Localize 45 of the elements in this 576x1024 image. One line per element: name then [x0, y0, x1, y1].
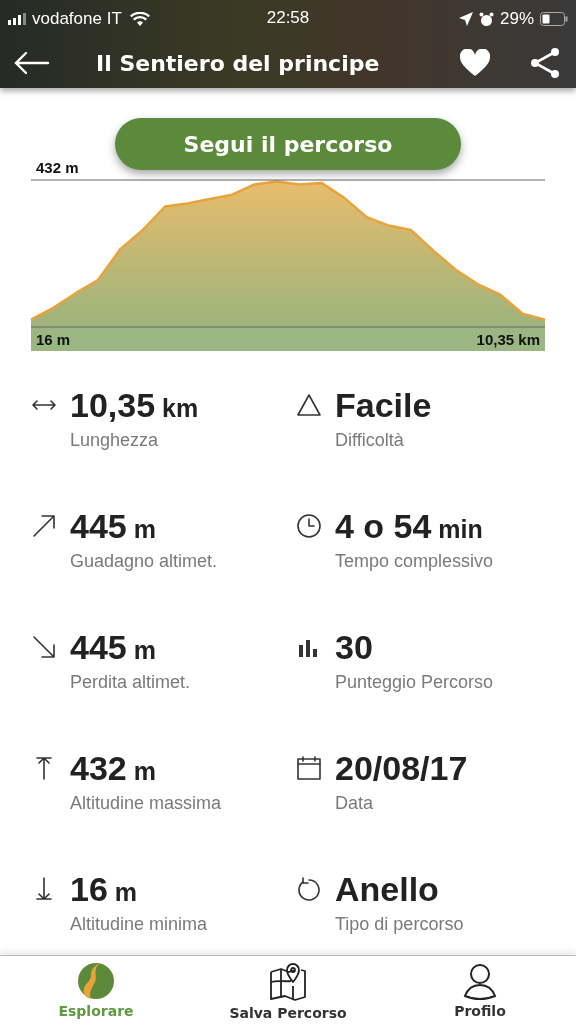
stat-value: 30: [335, 627, 373, 667]
clock-time: 22:58: [265, 8, 311, 28]
heart-button[interactable]: [460, 49, 490, 77]
stat-value: 4 o 54 min: [335, 506, 483, 546]
stat-label: Perdita altimet.: [70, 672, 192, 693]
min-altitude-label: 16 m: [36, 331, 71, 348]
location-arrow-icon: [458, 12, 473, 26]
profile-icon: [461, 961, 499, 1000]
share-button[interactable]: [528, 46, 562, 80]
stat-label: Punteggio Percorso: [335, 672, 495, 693]
screen-title: Il Sentiero del principe: [96, 50, 381, 76]
arrow-up-right-icon: [30, 512, 58, 540]
carrier-name: vodafone IT: [32, 9, 122, 29]
circular-arrow-icon: [295, 875, 323, 903]
calendar-icon: [295, 754, 323, 782]
stat-label: Altitudine massima: [70, 793, 223, 814]
stat-value: Facile: [335, 385, 432, 425]
wifi-icon: [129, 12, 150, 26]
stat-label: Tempo complessivo: [335, 551, 495, 572]
stat-value: Anello: [335, 869, 439, 909]
stat-label: Guadagno altimet.: [70, 551, 219, 572]
stat-label: Difficoltà: [335, 430, 405, 451]
distance-label: 10,35 km: [476, 331, 540, 348]
tab-bar-item[interactable]: Salva Percorso: [192, 956, 384, 1024]
stat-label: Tipo di percorso: [335, 914, 465, 935]
stat-label: Altitudine minima: [70, 914, 209, 935]
triangle-icon: [295, 391, 323, 419]
battery-icon: [540, 12, 568, 26]
arrow-down-right-icon: [30, 633, 58, 661]
battery-percentage: 29%: [499, 9, 534, 29]
stat-label: Data: [335, 793, 375, 814]
max-altitude-label: 432 m: [36, 159, 79, 176]
app-logo-icon: [77, 961, 115, 1000]
stat-label: Lunghezza: [70, 430, 160, 451]
stat-value: 432 m: [70, 748, 156, 788]
follow-route-button[interactable]: Segui il percorso: [115, 118, 461, 170]
stat-value: 16 m: [70, 869, 137, 909]
stat-value: 10,35 km: [70, 385, 199, 425]
stat-value: 20/08/17: [335, 748, 468, 788]
back-button[interactable]: [14, 51, 50, 75]
clock-icon: [295, 512, 323, 540]
stat-value: 445 m: [70, 506, 156, 546]
signal-icon: [8, 13, 28, 25]
stat-value: 445 m: [70, 627, 156, 667]
tab-bar-item[interactable]: Profilo: [384, 956, 576, 1024]
